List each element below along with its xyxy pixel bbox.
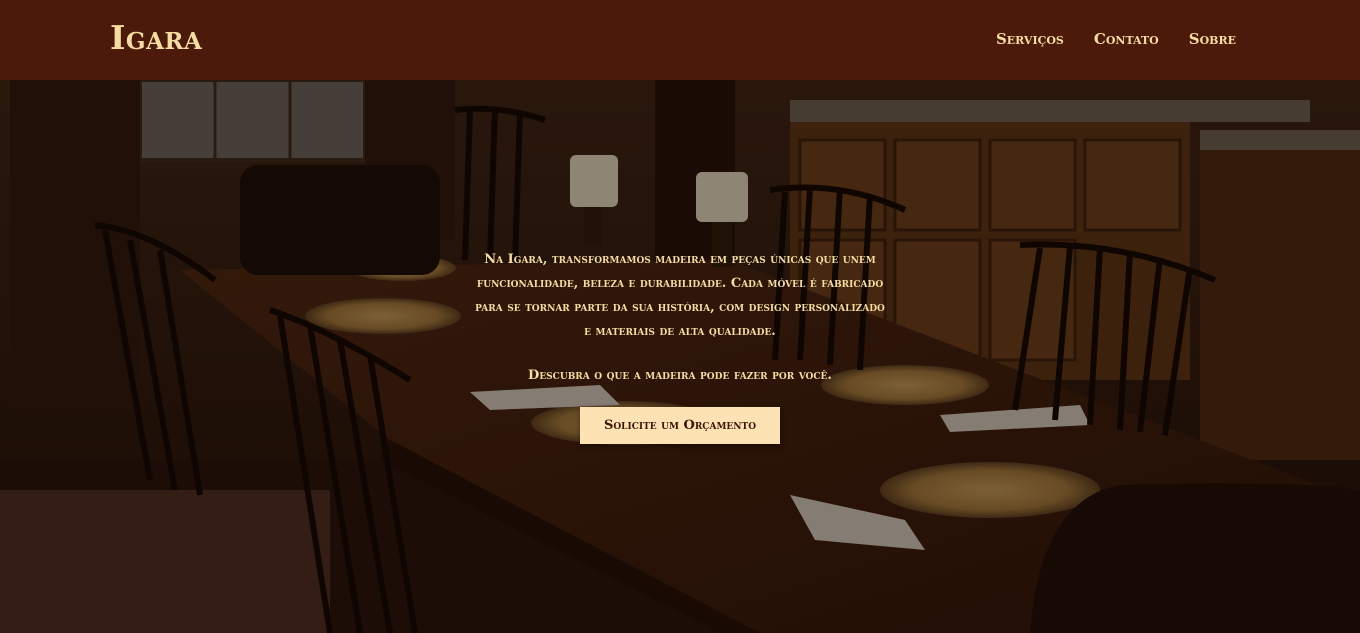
hero-tagline: Descubra o que a madeira pode fazer por …	[528, 368, 832, 383]
nav-link-servicos[interactable]: Serviços	[996, 30, 1064, 48]
hero-content: Na Igara, transformamos madeira em peças…	[470, 248, 890, 444]
navbar: Igara Serviços Contato Sobre	[0, 0, 1360, 80]
nav-link-sobre[interactable]: Sobre	[1189, 30, 1236, 48]
hero-section: Na Igara, transformamos madeira em peças…	[0, 80, 1360, 633]
request-quote-button[interactable]: Solicite um Orçamento	[579, 407, 781, 444]
nav-link-contato[interactable]: Contato	[1094, 30, 1159, 48]
hero-description: Na Igara, transformamos madeira em peças…	[475, 252, 885, 339]
brand-logo[interactable]: Igara	[110, 18, 202, 57]
nav-links: Serviços Contato Sobre	[996, 30, 1236, 48]
